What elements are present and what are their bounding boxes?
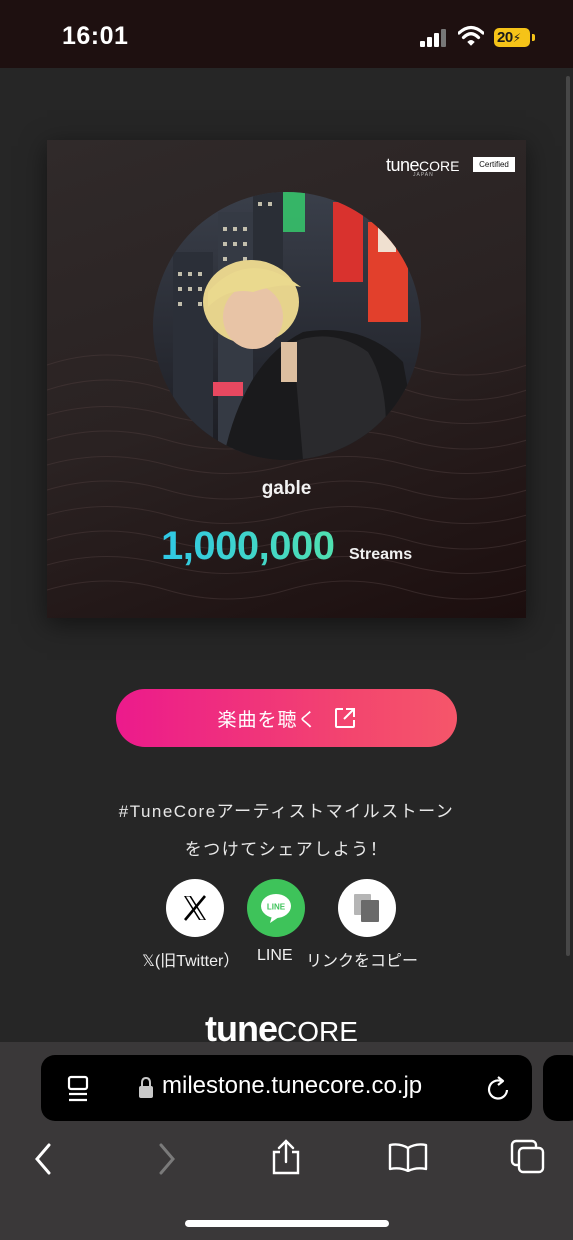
lock-icon — [139, 1077, 153, 1098]
wifi-icon — [458, 25, 484, 46]
line-icon: LINE — [261, 894, 291, 923]
external-link-icon — [334, 708, 355, 728]
next-tab-preview[interactable] — [543, 1055, 573, 1121]
bookmarks-icon[interactable] — [388, 1142, 428, 1172]
charging-bolt: ⚡ — [512, 31, 521, 45]
line-icon-text: LINE — [267, 903, 286, 912]
cellular-signal-icon — [420, 29, 446, 47]
home-indicator[interactable] — [185, 1220, 389, 1227]
url-text[interactable]: milestone.tunecore.co.jp — [162, 1072, 422, 1100]
tabs-icon[interactable] — [510, 1139, 546, 1175]
share-icon[interactable] — [270, 1138, 302, 1176]
stream-count: 1,000,000 — [161, 524, 335, 568]
share-line-button[interactable]: LINE — [247, 879, 305, 937]
battery-level: 20 — [497, 29, 513, 46]
artist-name: gable — [261, 478, 312, 499]
card-logo-sub: JAPAN — [413, 172, 434, 178]
page-scrollbar[interactable] — [566, 76, 570, 956]
artist-avatar — [153, 192, 421, 460]
certified-badge: Certified — [473, 157, 515, 172]
x-logo-icon — [184, 895, 206, 921]
copy-link-label: リンクをコピー — [306, 953, 419, 970]
back-icon[interactable] — [32, 1142, 54, 1176]
copy-icon — [354, 894, 379, 922]
listen-button-label: 楽曲を聴く — [217, 709, 318, 731]
share-text-line-1: #TuneCoreアーティストマイルストーン — [118, 802, 455, 821]
share-x-button[interactable] — [166, 879, 224, 937]
share-x-label: 𝕏(旧Twitter） — [142, 953, 240, 970]
battery-icon: 20⚡ — [494, 28, 530, 47]
share-line-label: LINE — [257, 947, 293, 964]
forward-icon[interactable] — [156, 1142, 178, 1176]
reload-icon[interactable] — [486, 1075, 512, 1103]
copy-link-button[interactable] — [338, 879, 396, 937]
share-text-line-2: をつけてシェアしよう！ — [184, 840, 389, 859]
page-menu-icon[interactable] — [66, 1075, 92, 1103]
battery-nub — [532, 34, 535, 41]
listen-button[interactable]: 楽曲を聴く — [116, 689, 457, 747]
status-time: 16:01 — [62, 22, 129, 50]
stream-unit: Streams — [349, 546, 413, 563]
